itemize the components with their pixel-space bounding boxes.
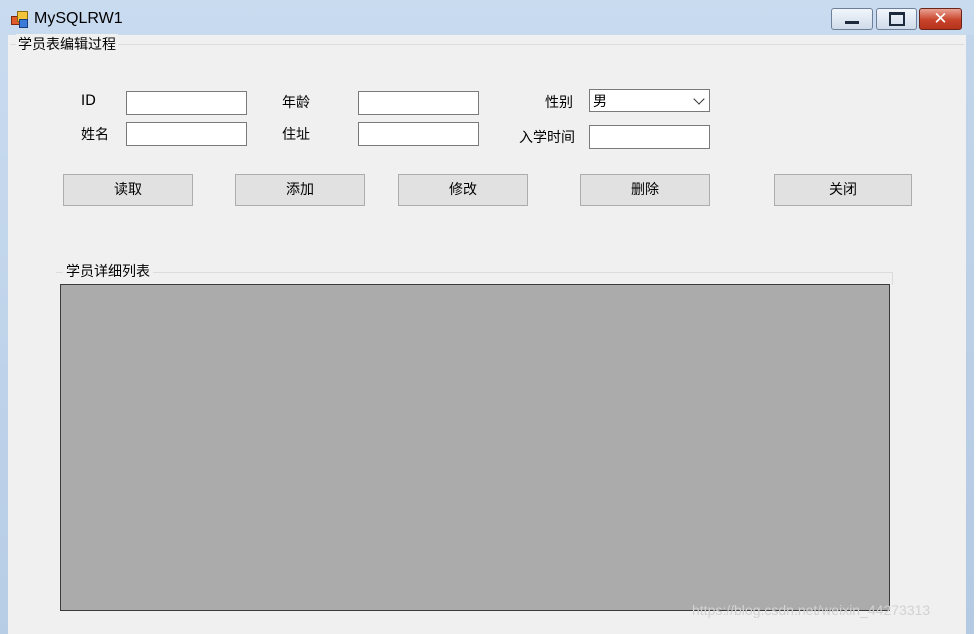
- minimize-button[interactable]: [831, 8, 873, 30]
- close-button[interactable]: 关闭: [774, 174, 912, 206]
- maximize-icon: [877, 10, 916, 30]
- delete-button[interactable]: 删除: [580, 174, 710, 206]
- address-label: 住址: [282, 127, 310, 143]
- id-label: ID: [81, 93, 96, 109]
- app-icon: [11, 11, 29, 28]
- close-window-button[interactable]: ✕: [919, 8, 962, 30]
- gender-label: 性别: [545, 95, 573, 111]
- gender-selected-value: 男: [593, 94, 607, 110]
- read-button[interactable]: 读取: [63, 174, 193, 206]
- list-group-box: [56, 272, 893, 285]
- age-label: 年龄: [282, 95, 310, 111]
- gender-select[interactable]: 男: [589, 89, 710, 112]
- name-input[interactable]: [126, 122, 247, 146]
- student-data-grid[interactable]: [60, 284, 890, 611]
- age-input[interactable]: [358, 91, 479, 115]
- minimize-icon: [832, 10, 872, 28]
- enroll-time-label: 入学时间: [519, 130, 575, 146]
- name-label: 姓名: [81, 127, 109, 143]
- form-client-area: 学员表编辑过程 ID 年龄 性别 男 姓名 住址 入学时间 读取 添加 修改 删…: [8, 34, 966, 634]
- close-icon: ✕: [933, 9, 948, 29]
- modify-button[interactable]: 修改: [398, 174, 528, 206]
- address-input[interactable]: [358, 122, 479, 146]
- list-group-label: 学员详细列表: [63, 261, 153, 281]
- edit-group-label: 学员表编辑过程: [16, 34, 118, 54]
- edit-group-box: [10, 44, 964, 46]
- id-input[interactable]: [126, 91, 247, 115]
- add-button[interactable]: 添加: [235, 174, 365, 206]
- maximize-button[interactable]: [876, 8, 917, 30]
- title-bar[interactable]: MySQLRW1 ✕: [0, 0, 974, 36]
- window: MySQLRW1 ✕ 学员表编辑过程 ID 年龄 性别 男 姓名 住址 入学时间: [0, 0, 974, 634]
- watermark-text: https://blog.csdn.net/weixin_44273313: [692, 602, 931, 618]
- window-right-border: [966, 35, 974, 634]
- window-title: MySQLRW1: [34, 10, 123, 27]
- enroll-time-input[interactable]: [589, 125, 710, 149]
- chevron-down-icon[interactable]: [693, 93, 705, 105]
